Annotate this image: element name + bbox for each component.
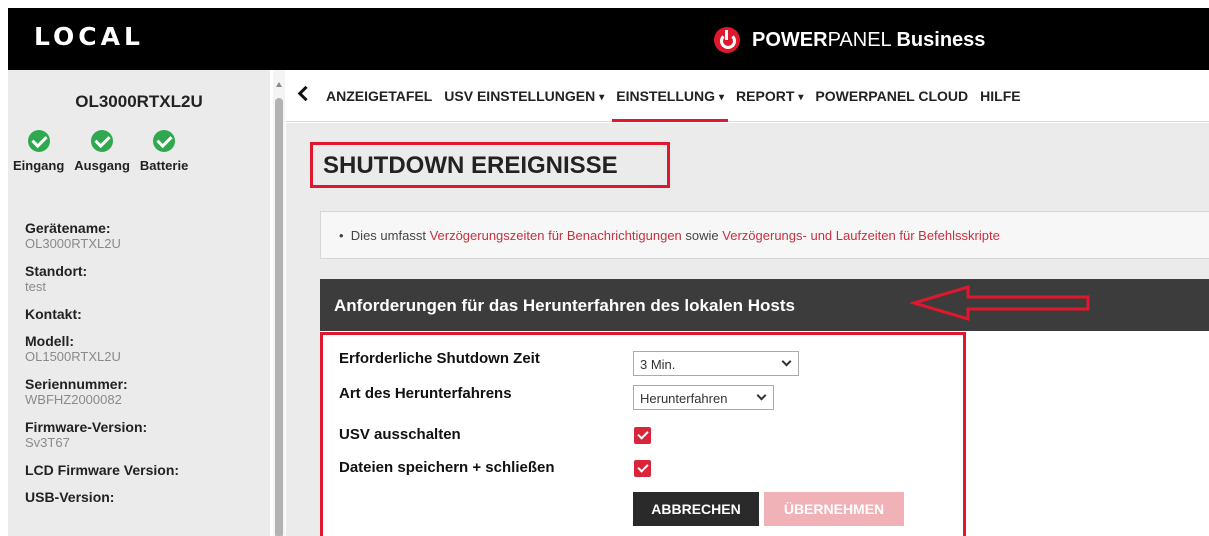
status-indicators: Eingang Ausgang Batterie (13, 130, 198, 173)
status-label: Eingang (13, 158, 65, 173)
brand: POWERPANEL Business (714, 26, 985, 54)
shutdown-time-select[interactable]: 3 Min. (633, 351, 799, 376)
sidebar-scrollbar[interactable] (273, 70, 285, 536)
scrollbar-thumb[interactable] (275, 98, 283, 536)
shutdown-type-label: Art des Herunterfahrens (339, 385, 512, 402)
status-label: Batterie (139, 158, 189, 173)
info-usb-version: USB-Version: (25, 489, 115, 505)
check-circle-icon (91, 130, 114, 152)
link-notification-delays[interactable]: Verzögerungszeiten für Benachrichtigunge… (430, 228, 682, 243)
device-name: OL3000RTXL2U (75, 92, 203, 111)
scroll-up-arrow-icon[interactable] (276, 82, 282, 87)
info-model: Modell: OL1500RTXL2U (25, 333, 121, 364)
section-title: Anforderungen für das Herunterfahren des… (334, 296, 795, 315)
ups-off-label: USV ausschalten (339, 426, 461, 443)
cancel-button[interactable]: ABBRECHEN (633, 492, 759, 526)
nav-item-dashboard[interactable]: ANZEIGETAFEL (320, 70, 438, 122)
info-contact: Kontakt: (25, 306, 82, 322)
save-close-checkbox[interactable] (634, 460, 651, 477)
check-circle-icon (153, 130, 176, 152)
nav-item-help[interactable]: HILFE (974, 70, 1026, 122)
top-bar: LOCAL POWERPANEL Business (8, 8, 1209, 70)
main-content: SHUTDOWN EREIGNISSE • Dies umfasst Verzö… (286, 123, 1209, 536)
chevron-down-icon (781, 356, 792, 367)
page-title-highlight: SHUTDOWN EREIGNISSE (310, 142, 670, 188)
device-info: Gerätename: OL3000RTXL2U Standort: test … (25, 220, 265, 516)
local-label: LOCAL (34, 22, 144, 51)
shutdown-type-select[interactable]: Herunterfahren (633, 385, 774, 410)
section-header: Anforderungen für das Herunterfahren des… (320, 279, 1209, 331)
shutdown-type-value: Herunterfahren (640, 391, 728, 406)
link-command-script-times[interactable]: Verzögerungs- und Laufzeiten für Befehls… (722, 228, 1000, 243)
nav-items: ANZEIGETAFEL USV EINSTELLUNGEN ▾ EINSTELL… (320, 70, 1027, 122)
form-highlight: Erforderliche Shutdown Zeit 3 Min. Art d… (320, 332, 966, 536)
info-notice: • Dies umfasst Verzögerungszeiten für Be… (320, 211, 1209, 259)
status-input: Eingang (13, 130, 64, 173)
chevron-left-icon[interactable] (297, 85, 314, 102)
ups-off-checkbox[interactable] (634, 427, 651, 444)
info-device-name: Gerätename: OL3000RTXL2U (25, 220, 121, 251)
apply-button[interactable]: ÜBERNEHMEN (764, 492, 904, 526)
nav-item-ups-settings[interactable]: USV EINSTELLUNGEN ▾ (438, 70, 610, 122)
status-label: Ausgang (74, 158, 130, 173)
device-sidebar: OL3000RTXL2U Eingang Ausgang Batterie Ge… (8, 70, 270, 536)
info-lcd-firmware: LCD Firmware Version: (25, 462, 180, 478)
info-firmware: Firmware-Version: Sv3T67 (25, 419, 148, 450)
status-battery: Batterie (140, 130, 188, 173)
caret-down-icon: ▾ (798, 92, 804, 103)
annotation-arrow-icon (910, 284, 1090, 322)
app-window: LOCAL POWERPANEL Business OL3000RTXL2U E… (8, 8, 1209, 536)
chevron-down-icon (756, 390, 767, 401)
caret-down-icon: ▾ (599, 92, 605, 103)
nav-item-settings[interactable]: EINSTELLUNG ▾ (610, 70, 730, 122)
shutdown-time-label: Erforderliche Shutdown Zeit (339, 350, 540, 367)
nav-item-powerpanel-cloud[interactable]: POWERPANEL CLOUD (809, 70, 974, 122)
brand-name: POWERPANEL Business (752, 28, 986, 51)
info-serial: Seriennummer: WBFHZ2000082 (25, 376, 128, 407)
shutdown-time-value: 3 Min. (640, 357, 676, 372)
check-circle-icon (27, 130, 50, 152)
nav-item-report[interactable]: REPORT ▾ (730, 70, 809, 122)
power-logo-icon (714, 27, 740, 53)
notice-text: • Dies umfasst Verzögerungszeiten für Be… (339, 228, 1000, 243)
form-panel: Erforderliche Shutdown Zeit 3 Min. Art d… (320, 331, 1209, 536)
page-title: SHUTDOWN EREIGNISSE (323, 152, 618, 179)
main-nav: ANZEIGETAFEL USV EINSTELLUNGEN ▾ EINSTELL… (286, 70, 1209, 122)
status-output: Ausgang (74, 130, 130, 173)
info-location: Standort: test (25, 263, 88, 294)
caret-down-icon: ▾ (719, 92, 725, 103)
save-close-label: Dateien speichern + schließen (339, 459, 555, 476)
